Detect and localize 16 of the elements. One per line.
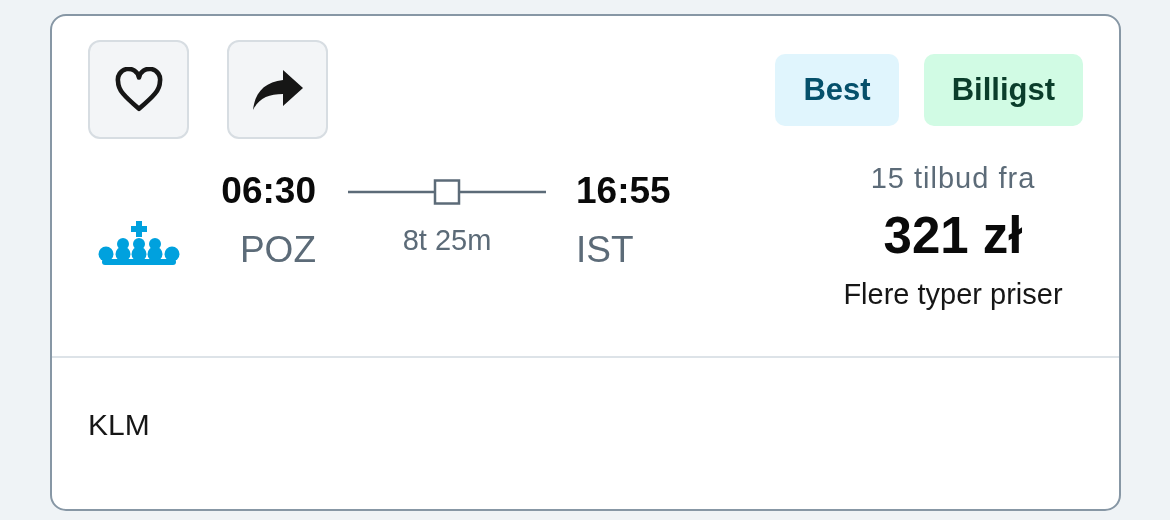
departure-airport: POZ	[239, 228, 316, 272]
airline-name: KLM	[88, 408, 150, 441]
arrival-time: 16:55	[576, 169, 671, 213]
flight-card[interactable]: Best Billigst 06:30 POZ 8t 25m 16:55 IST 15 tilbud fra 321 zł Flere typer priser KLM	[50, 14, 1121, 511]
tag-badge: Billigst	[923, 54, 1083, 126]
crown-logo-icon	[98, 221, 180, 267]
tag-badge: Best	[775, 54, 899, 126]
share-button[interactable]	[227, 40, 328, 139]
price-types-note: Flere typer priser	[843, 276, 1063, 312]
arrival-airport: IST	[576, 228, 634, 272]
flight-duration: 8t 25m	[402, 223, 492, 258]
favorite-button[interactable]	[88, 40, 189, 139]
price: 321 zł	[883, 205, 1023, 266]
departure-time: 06:30	[221, 169, 316, 213]
share-arrow-icon	[252, 69, 303, 110]
offers-count: 15 tilbud fra	[870, 161, 1036, 196]
